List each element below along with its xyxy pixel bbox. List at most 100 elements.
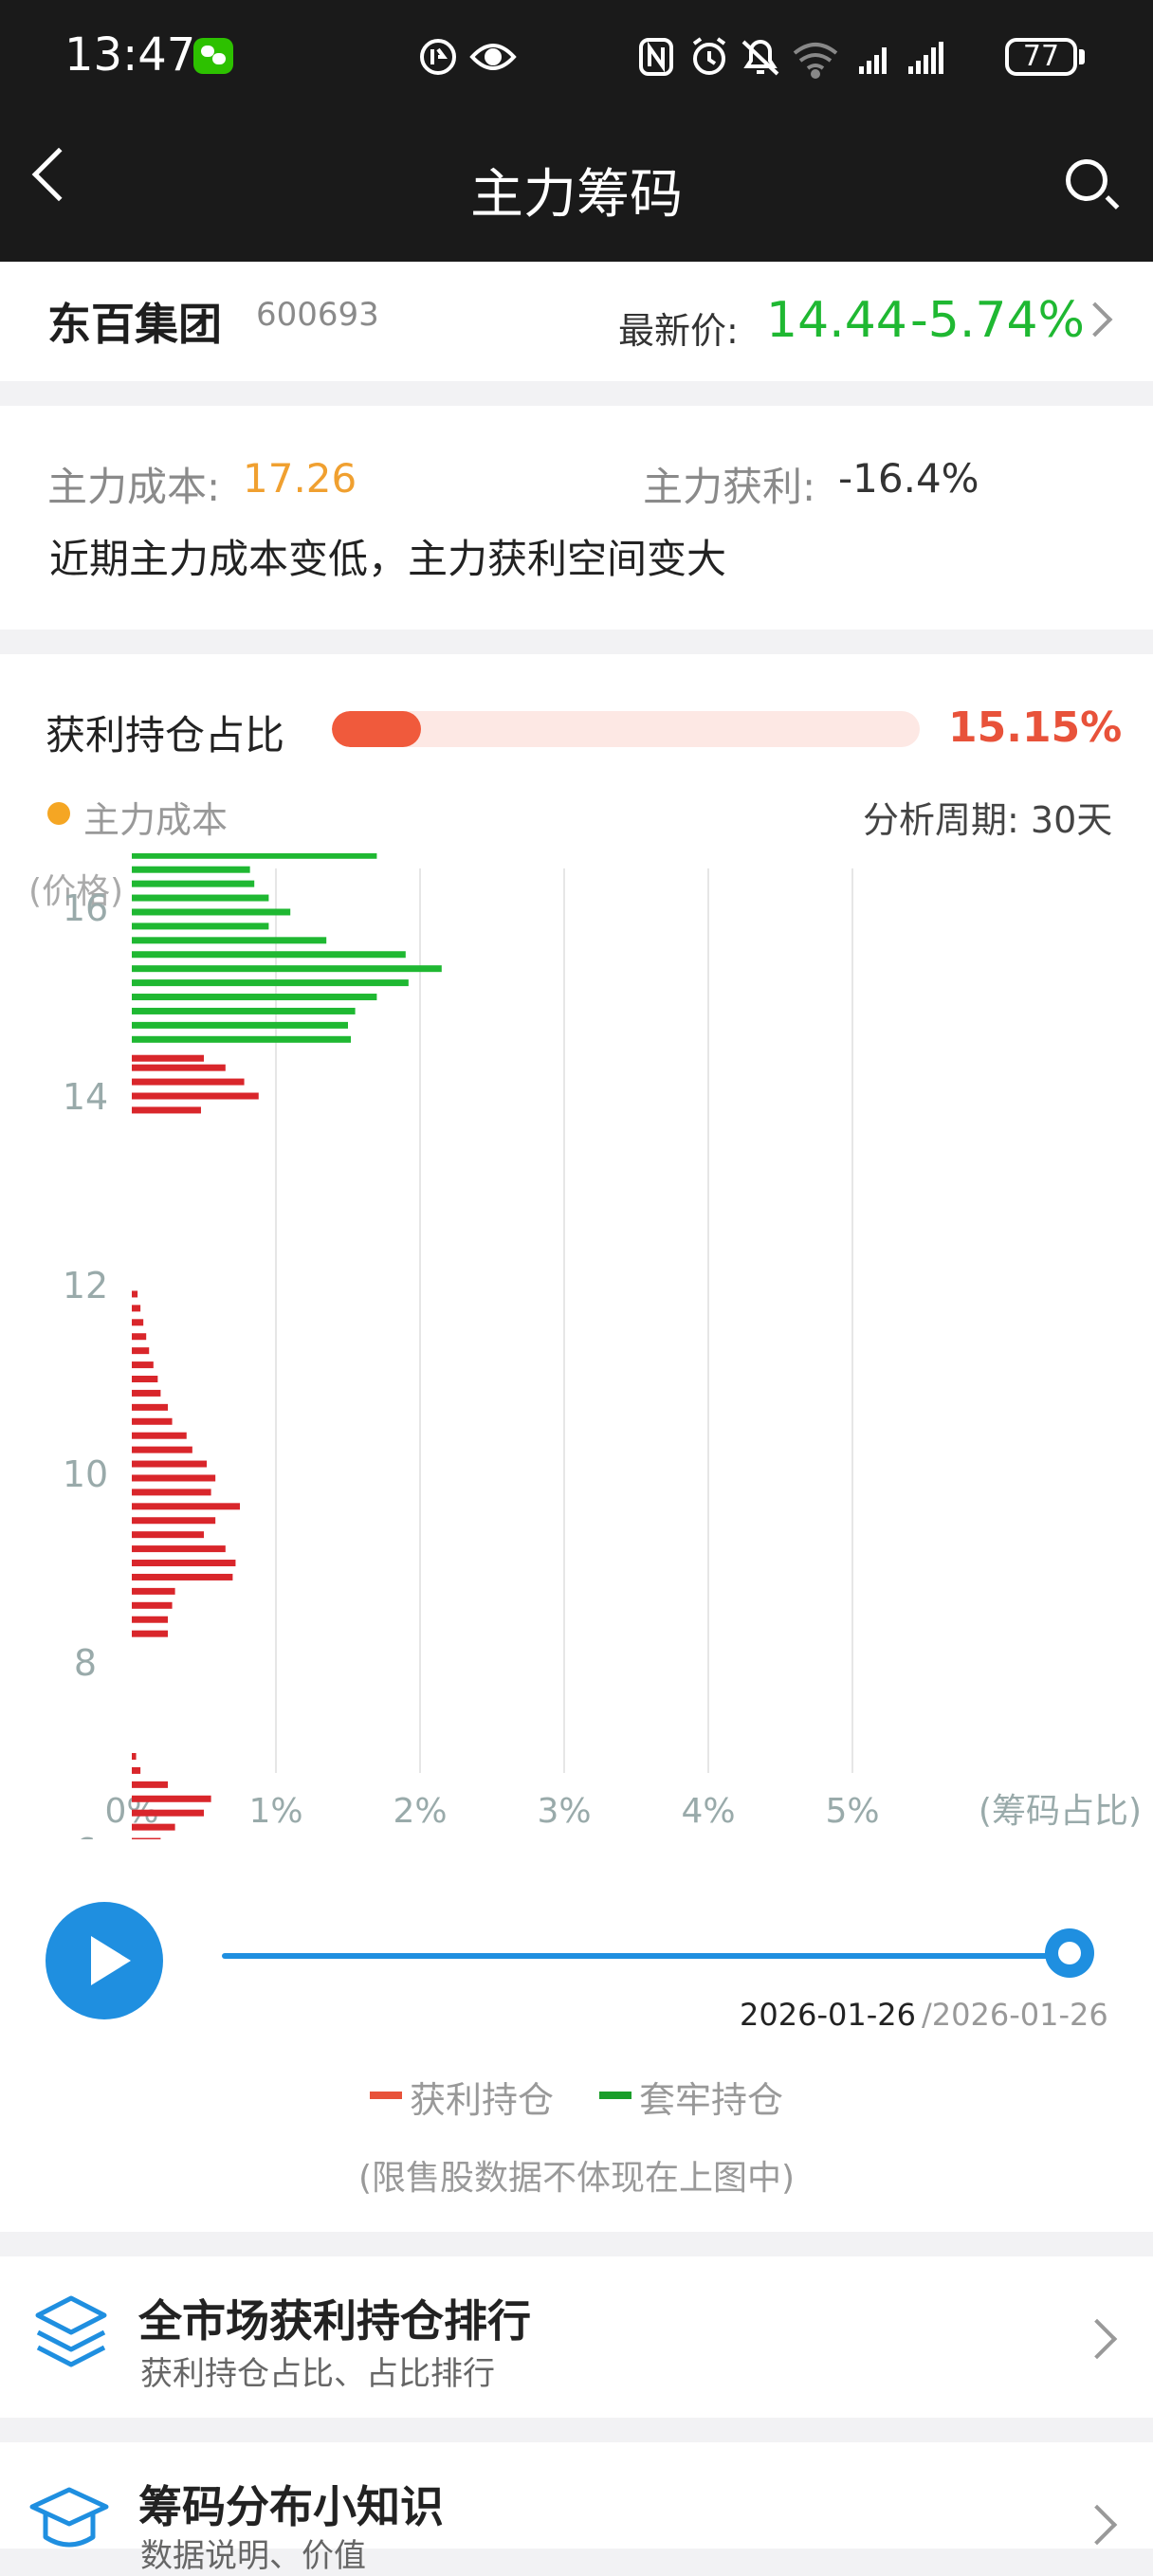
signal-icon-2 [908,42,943,74]
y-tick-label: 14 [63,1076,108,1118]
profit-bar [132,1616,168,1623]
x-tick-label: 5% [825,1792,879,1831]
profit-bar [132,1795,211,1802]
trapped-bar [132,951,406,959]
profit-bar [132,1064,226,1071]
profit-bar [132,1446,192,1453]
layers-icon [35,2295,107,2367]
menu-title-chip-knowledge: 筹码分布小知识 [138,2481,444,2532]
period-value: 30天 [1030,799,1113,841]
trapped-bar [132,880,255,887]
period-label: 分析周期: [863,799,1019,841]
x-axis-label: (筹码占比) [979,1792,1142,1831]
profit-bar [132,1601,173,1609]
trapped-bar [132,866,250,873]
profit-legend-label: 获利持仓 [410,2079,555,2121]
profit-bar [132,1333,147,1341]
main-profit-value: -16.4% [838,455,979,502]
stock-code: 600693 [256,296,379,334]
signal-icon [859,47,887,74]
mute-icon [741,40,779,76]
price-change: -5.74% [910,292,1085,349]
date-slider-track[interactable] [222,1953,1073,1959]
x-tick-label: 1% [248,1792,302,1831]
profit-bar [132,1517,216,1525]
data-saver-icon [420,39,456,75]
profit-bar [132,1560,236,1567]
y-tick-label: 16 [63,887,108,929]
main-cost-dot-icon [47,802,70,825]
profit-bar [132,1781,168,1788]
profit-bar [132,1319,144,1326]
profit-bar [132,1054,204,1062]
profit-bar [132,1305,141,1312]
trapped-bar [132,853,377,859]
date-slider-knob[interactable] [1045,1928,1094,1978]
wechat-icon [193,38,233,74]
profit-ratio-bar [332,711,920,747]
profit-bar [132,1545,226,1553]
battery-icon: 77 [1005,38,1077,76]
trapped-bar [132,1007,356,1014]
profit-bar [132,1290,138,1298]
profit-bar [132,1347,150,1355]
nfc-icon [639,38,673,76]
trapped-bar [132,994,377,1001]
profit-bar [132,1809,204,1817]
main-cost-card [0,406,1153,630]
status-icons-center [420,39,517,75]
search-icon[interactable] [1066,159,1107,201]
page-title: 主力筹码 [470,164,683,226]
menu-subtitle-chip-knowledge: 数据说明、价值 [140,2537,366,2575]
profit-bar [132,1078,245,1086]
profit-bar [132,1823,175,1831]
profit-bar [132,1417,173,1425]
y-tick-label: 10 [63,1453,108,1495]
stock-name: 东百集团 [47,299,222,350]
profit-ratio-label: 获利持仓占比 [46,712,285,758]
profit-bar [132,1503,240,1510]
main-cost-label: 主力成本: [47,464,221,510]
x-tick-label: 3% [537,1792,591,1831]
profit-ratio-value: 15.15% [948,703,1123,752]
y-tick-label: 6 [74,1831,97,1839]
alarm-icon [692,37,726,75]
trapped-legend-label: 套牢持仓 [639,2079,784,2121]
restricted-shares-note: (限售股数据不体现在上图中) [357,2159,796,2198]
chip-distribution-chart: (价格)68101214161820220%1%2%3%4%5%(筹码占比)17… [28,853,1142,1839]
trapped-bar [132,937,327,944]
trapped-bar [132,965,442,973]
trapped-bar [132,1021,348,1029]
profit-bar [132,1587,175,1595]
trapped-bar [132,908,291,916]
profit-bar [132,1753,137,1760]
profit-bar [132,1573,233,1580]
date-end: /2026-01-26 [922,1997,1108,2033]
x-tick-label: 2% [393,1792,447,1831]
profit-bar [132,1389,161,1397]
profit-bar [132,1630,168,1637]
trapped-bar [132,923,269,930]
trapped-bar [132,979,409,987]
y-tick-label: 8 [74,1642,97,1684]
price-label: 最新价: [618,310,739,352]
cost-description: 近期主力成本变低，主力获利空间变大 [49,536,727,582]
profit-bar [132,1376,158,1382]
analysis-period[interactable]: 分析周期: 30天 [863,791,1112,843]
profit-bar [132,1403,168,1411]
latest-price: 14.44 [766,292,907,349]
profit-bar [132,1474,216,1482]
profit-bar [132,1460,208,1468]
play-icon[interactable] [46,1902,163,2019]
eye-icon [469,44,517,70]
profit-bar [132,1837,161,1839]
profit-legend-swatch [370,2092,402,2099]
date-current: 2026-01-26 [740,1997,916,2033]
profit-bar [132,1092,259,1100]
profit-bar [132,1489,211,1496]
menu-title-market-ranking: 全市场获利持仓排行 [138,2295,531,2347]
battery-cap [1079,49,1085,64]
x-tick-label: 4% [681,1792,735,1831]
y-tick-label: 12 [63,1265,108,1306]
profit-bar [132,1531,204,1539]
